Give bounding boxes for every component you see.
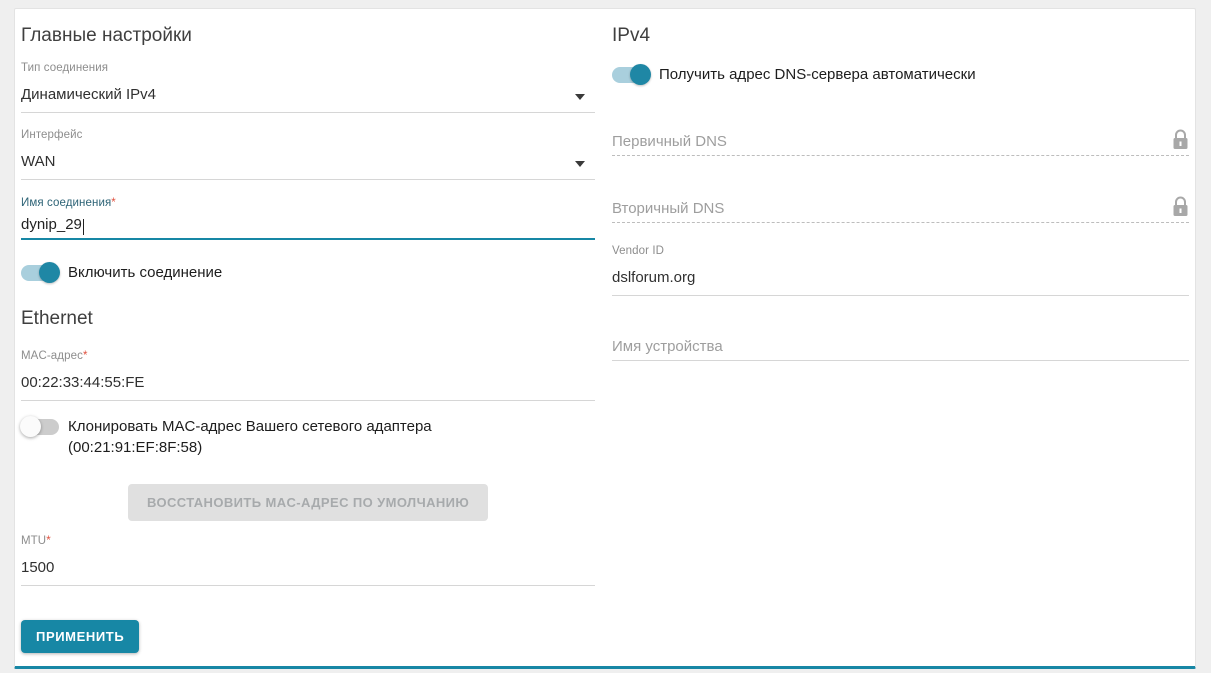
primary-dns-input[interactable]	[612, 115, 1189, 156]
primary-dns-field	[612, 115, 1189, 156]
toggle-off-icon	[21, 419, 59, 435]
vendor-id-label: Vendor ID	[612, 244, 1189, 258]
secondary-dns-field	[612, 182, 1189, 223]
text-cursor	[83, 219, 84, 235]
interface-field: Интерфейс WAN	[21, 128, 595, 180]
auto-dns-toggle[interactable]: Получить адрес DNS-сервера автоматически	[612, 64, 976, 85]
auto-dns-label: Получить адрес DNS-сервера автоматически	[659, 64, 976, 85]
enable-connection-label: Включить соединение	[68, 262, 222, 283]
interface-value: WAN	[21, 151, 55, 173]
connection-name-input[interactable]: dynip_29	[21, 210, 595, 240]
section-title-main: Главные настройки	[21, 23, 192, 48]
interface-label: Интерфейс	[21, 128, 595, 142]
main-settings-column: Главные настройки Тип соединения Динамич…	[21, 9, 595, 666]
mtu-label: MTU*	[21, 534, 595, 548]
connection-type-value: Динамический IPv4	[21, 84, 156, 106]
restore-mac-button[interactable]: ВОССТАНОВИТЬ MAC-АДРЕС ПО УМОЛЧАНИЮ	[128, 484, 488, 521]
enable-connection-toggle[interactable]: Включить соединение	[21, 262, 222, 283]
connection-type-label: Тип соединения	[21, 61, 595, 75]
device-name-field	[612, 320, 1189, 361]
connection-type-select[interactable]: Динамический IPv4	[21, 75, 595, 113]
secondary-dns-input[interactable]	[612, 182, 1189, 223]
required-asterisk: *	[111, 197, 116, 209]
ipv4-column: IPv4 Получить адрес DNS-сервера автомати…	[612, 9, 1189, 666]
clone-mac-label: Клонировать MAC-адрес Вашего сетевого ад…	[68, 416, 432, 458]
chevron-down-icon	[575, 94, 585, 100]
toggle-on-icon	[612, 67, 650, 83]
section-title-ipv4: IPv4	[612, 23, 650, 48]
vendor-id-field: Vendor ID	[612, 244, 1189, 296]
clone-mac-note: (00:21:91:EF:8F:58)	[68, 437, 432, 458]
connection-type-field: Тип соединения Динамический IPv4	[21, 61, 595, 113]
mtu-field: MTU*	[21, 534, 595, 586]
vendor-id-input[interactable]	[612, 258, 1189, 296]
interface-select[interactable]: WAN	[21, 142, 595, 180]
toggle-on-icon	[21, 265, 59, 281]
lock-icon	[1172, 196, 1189, 217]
mac-address-label: MAC-адрес*	[21, 349, 595, 363]
apply-button[interactable]: ПРИМЕНИТЬ	[21, 620, 139, 653]
required-asterisk: *	[46, 535, 51, 547]
device-name-input[interactable]	[612, 320, 1189, 361]
chevron-down-icon	[575, 161, 585, 167]
connection-name-label: Имя соединения*	[21, 196, 595, 210]
connection-name-value: dynip_29	[21, 215, 82, 235]
lock-icon	[1172, 129, 1189, 150]
required-asterisk: *	[83, 350, 88, 362]
mac-address-input[interactable]	[21, 363, 595, 401]
connection-name-field: Имя соединения* dynip_29	[21, 196, 595, 240]
settings-card: Главные настройки Тип соединения Динамич…	[14, 8, 1196, 669]
clone-mac-toggle[interactable]: Клонировать MAC-адрес Вашего сетевого ад…	[21, 416, 432, 458]
mac-address-field: MAC-адрес*	[21, 349, 595, 401]
mtu-input[interactable]	[21, 548, 595, 586]
section-title-ethernet: Ethernet	[21, 306, 93, 331]
